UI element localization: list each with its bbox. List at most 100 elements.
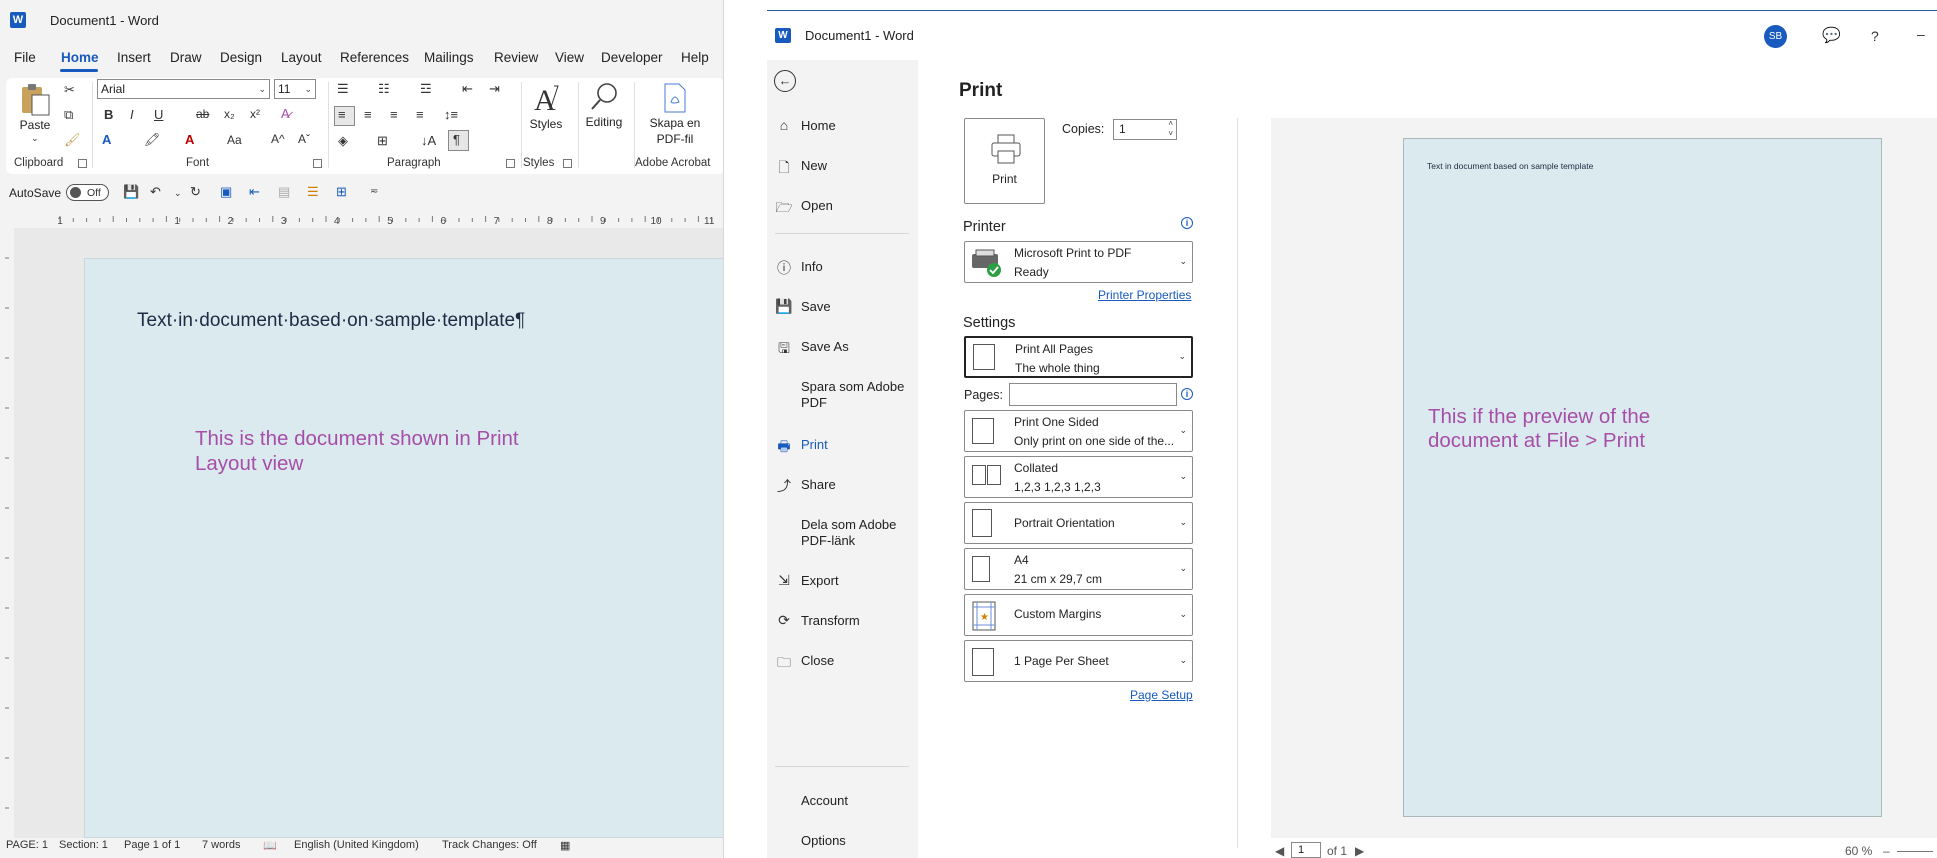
save-icon[interactable]: 💾 — [123, 184, 139, 200]
cut-icon[interactable]: ✂ — [64, 82, 75, 98]
feedback-icon[interactable]: 💬 — [1822, 26, 1841, 44]
align-right-icon[interactable]: ≡ — [390, 107, 398, 122]
align-center-icon[interactable]: ≡ — [364, 107, 372, 122]
avatar[interactable]: SB — [1764, 25, 1787, 48]
clear-formatting-icon[interactable]: A̷ — [281, 106, 290, 121]
tab-view[interactable]: View — [555, 50, 584, 65]
nav-open[interactable]: 🗁 Open — [775, 191, 911, 221]
zoom-slider[interactable] — [1897, 851, 1933, 852]
format-painter-icon[interactable]: 🖌 — [64, 132, 81, 148]
minimize-icon[interactable]: – — [1917, 26, 1925, 42]
paste-button[interactable]: Paste — [19, 118, 51, 132]
indent-icon[interactable]: ⇤ — [249, 184, 260, 200]
status-language[interactable]: English (United Kingdom) — [294, 839, 419, 851]
status-words[interactable]: 7 words — [202, 839, 241, 851]
table-icon[interactable]: ⊞ — [336, 184, 347, 200]
status-page-of[interactable]: Page 1 of 1 — [124, 839, 180, 851]
tab-references[interactable]: References — [340, 50, 409, 65]
sort-icon[interactable]: ↓A — [421, 133, 436, 148]
styles-icon[interactable]: A — [528, 82, 564, 117]
document-body-text[interactable]: Text·in·document·based·on·sample·templat… — [137, 310, 525, 332]
status-page[interactable]: PAGE: 1 — [6, 839, 48, 851]
tab-file[interactable]: File — [14, 50, 36, 65]
nav-info[interactable]: ⓘ Info — [775, 252, 911, 282]
text-effects-icon[interactable]: A — [102, 132, 111, 147]
nav-save-as[interactable]: 🖫 Save As — [775, 332, 911, 362]
collation-select[interactable]: Collated 1,2,3 1,2,3 1,2,3 ⌄ — [964, 456, 1193, 498]
copy-icon[interactable]: ⧉ — [64, 107, 73, 123]
tab-layout[interactable]: Layout — [281, 50, 322, 65]
grow-font-icon[interactable]: A^ — [271, 132, 285, 146]
subscript-icon[interactable]: x₂ — [224, 107, 235, 121]
nav-save[interactable]: 💾 Save — [775, 292, 911, 322]
create-pdf-label-line2[interactable]: PDF-fil — [640, 132, 710, 146]
tab-mailings[interactable]: Mailings — [424, 50, 474, 65]
styles-button[interactable]: Styles — [524, 117, 568, 131]
print-range-select[interactable]: Print All Pages The whole thing ⌄ — [964, 336, 1193, 378]
page-setup-link[interactable]: Page Setup — [1130, 688, 1193, 702]
tab-home[interactable]: Home — [61, 50, 99, 65]
printer-properties-link[interactable]: Printer Properties — [1098, 288, 1191, 302]
sides-select[interactable]: Print One Sided Only print on one side o… — [964, 410, 1193, 452]
print-button[interactable]: Print — [964, 118, 1045, 204]
decrease-indent-icon[interactable]: ⇤ — [462, 81, 473, 97]
paste-dropdown-chevron-icon[interactable]: ⌄ — [31, 133, 39, 144]
bullets-icon[interactable]: ☰ — [337, 81, 349, 97]
next-page-icon[interactable]: ▶ — [1355, 844, 1364, 858]
paragraph-launcher-icon[interactable] — [506, 159, 515, 168]
nav-share[interactable]: ⤴ Share — [775, 470, 911, 500]
borders-icon[interactable]: ⊞ — [377, 133, 388, 149]
proofing-book-icon[interactable]: 📖 — [263, 839, 277, 852]
back-arrow-icon[interactable]: ← — [774, 70, 796, 92]
nav-export[interactable]: ⇲ Export — [775, 566, 911, 596]
multilevel-list-icon[interactable]: ☲ — [420, 81, 432, 97]
adobe-pdf-icon[interactable] — [661, 82, 689, 114]
underline-icon[interactable]: U — [154, 107, 163, 122]
styles-launcher-icon[interactable] — [563, 159, 572, 168]
customize-qat-icon[interactable]: ≂ — [370, 186, 378, 197]
pages-per-sheet-select[interactable]: 1 Page Per Sheet ⌄ — [964, 640, 1193, 682]
tab-review[interactable]: Review — [494, 50, 538, 65]
nav-account[interactable]: Account — [775, 786, 911, 816]
paper-size-select[interactable]: A4 21 cm x 29,7 cm ⌄ — [964, 548, 1193, 590]
tab-help[interactable]: Help — [681, 50, 709, 65]
editing-button[interactable]: Editing — [582, 115, 626, 129]
increase-indent-icon[interactable]: ⇥ — [489, 81, 500, 97]
status-section[interactable]: Section: 1 — [59, 839, 108, 851]
tab-draw[interactable]: Draw — [170, 50, 202, 65]
superscript-icon[interactable]: x² — [250, 107, 260, 121]
shading-icon[interactable]: ◈ — [338, 133, 348, 149]
list-icon[interactable]: ☰ — [307, 184, 319, 200]
tab-design[interactable]: Design — [220, 50, 262, 65]
search-icon[interactable] — [589, 81, 619, 113]
text-box-icon[interactable]: ▣ — [220, 184, 232, 200]
nav-home[interactable]: ⌂ Home — [775, 111, 911, 141]
status-track-changes[interactable]: Track Changes: Off — [442, 839, 537, 851]
redo-icon[interactable]: ↻ — [190, 184, 201, 200]
clipboard-launcher-icon[interactable] — [78, 159, 87, 168]
nav-close[interactable]: 🗀 Close — [775, 646, 911, 676]
preview-page-input[interactable]: 1 — [1291, 842, 1321, 858]
justify-icon[interactable]: ≡ — [416, 107, 424, 122]
printer-select[interactable]: Microsoft Print to PDF Ready ⌄ — [964, 241, 1193, 283]
font-name-combo[interactable]: Arial ⌄ — [97, 79, 270, 99]
undo-icon[interactable]: ↶ — [150, 184, 161, 200]
nav-options[interactable]: Options — [775, 826, 911, 856]
strikethrough-icon[interactable]: ab — [196, 107, 209, 121]
previous-page-icon[interactable]: ◀ — [1275, 844, 1284, 858]
italic-icon[interactable]: I — [130, 107, 134, 122]
font-launcher-icon[interactable] — [313, 159, 322, 168]
accessibility-icon[interactable]: ▦ — [560, 839, 570, 852]
tab-insert[interactable]: Insert — [117, 50, 151, 65]
zoom-level[interactable]: 60 % — [1845, 844, 1872, 858]
shrink-font-icon[interactable]: Aˇ — [298, 132, 310, 146]
change-case-icon[interactable]: Aa — [227, 133, 242, 147]
line-spacing-icon[interactable]: ↕≡ — [444, 107, 458, 122]
pages-info-icon[interactable]: i — [1181, 388, 1193, 400]
pages-input[interactable] — [1009, 383, 1177, 406]
document-page[interactable] — [84, 258, 723, 838]
stepper-arrows-icon[interactable]: ˄ ˅ — [1168, 119, 1173, 139]
nav-transform[interactable]: ⟳ Transform — [775, 606, 911, 636]
numbering-icon[interactable]: ☷ — [378, 81, 390, 97]
nav-spara-som-adobe-pdf[interactable]: Spara som Adobe PDF — [775, 372, 911, 410]
